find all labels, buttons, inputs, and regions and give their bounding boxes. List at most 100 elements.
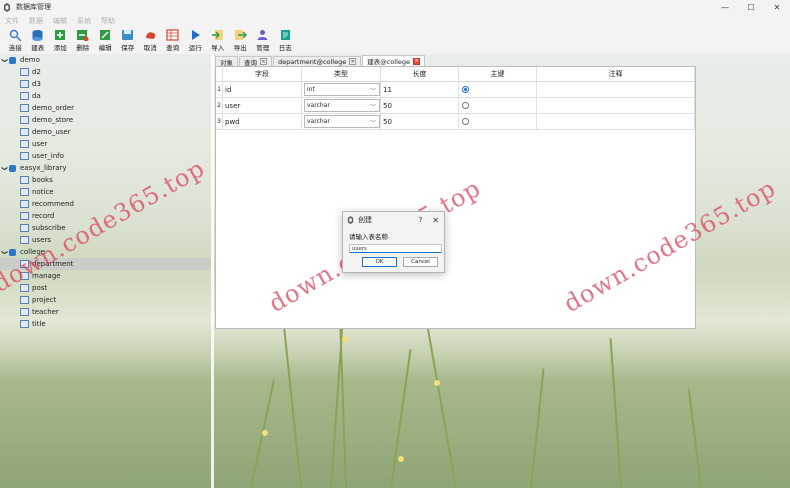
table-icon <box>20 308 29 316</box>
manage-button[interactable]: 管理 <box>252 27 275 52</box>
log-button[interactable]: 日志 <box>274 27 297 52</box>
help-button[interactable]: ? <box>419 216 423 224</box>
delete-button[interactable]: 删除 <box>72 27 95 52</box>
field-name-cell[interactable]: pwd <box>223 114 302 129</box>
log-icon <box>280 30 290 40</box>
note-cell[interactable] <box>537 98 695 113</box>
export-button[interactable]: 导出 <box>229 27 252 52</box>
save-icon <box>122 30 134 40</box>
menu-data[interactable]: 数据 <box>24 16 48 26</box>
tree-table-project[interactable]: project <box>0 294 211 306</box>
tree-table-d3[interactable]: d3 <box>0 78 211 90</box>
table-row[interactable]: 1 id int ﹀ 11 <box>216 82 695 98</box>
length-cell[interactable]: 11 <box>381 82 459 97</box>
edit-button[interactable]: 编辑 <box>94 27 117 52</box>
maximize-button[interactable]: ☐ <box>738 0 764 14</box>
tab-3[interactable]: 建表@college ✕ <box>362 55 426 66</box>
ok-button[interactable]: OK <box>362 257 397 267</box>
toolbar-label: 保存 <box>121 44 135 52</box>
table-row[interactable]: 2 user varchar ﹀ 50 <box>216 98 695 114</box>
grass-blade <box>530 368 545 488</box>
tree-table-title[interactable]: title <box>0 318 211 330</box>
splitter[interactable] <box>211 54 214 488</box>
table-name-input[interactable]: users <box>349 244 442 253</box>
tree-table-demo_store[interactable]: demo_store <box>0 114 211 126</box>
delete-icon <box>77 30 89 41</box>
header-index <box>216 67 223 81</box>
cancel-button[interactable]: 取消 <box>139 27 162 52</box>
tree-db-label: easyx_library <box>20 164 67 172</box>
type-select[interactable]: varchar ﹀ <box>304 99 380 112</box>
type-value: int <box>307 86 315 93</box>
cancel-button[interactable]: Cancel <box>403 257 438 267</box>
tree-db-demo[interactable]: ❯ demo <box>0 54 211 66</box>
query-button[interactable]: 查询 <box>162 27 185 52</box>
import-icon <box>212 30 224 40</box>
menu-edit[interactable]: 编辑 <box>48 16 72 26</box>
menu-system[interactable]: 系统 <box>72 16 96 26</box>
table-row[interactable]: 3 pwd varchar ﹀ 50 <box>216 114 695 130</box>
field-name-cell[interactable]: id <box>223 82 302 97</box>
toolbar-label: 导出 <box>233 44 247 52</box>
type-select[interactable]: varchar ﹀ <box>304 115 380 128</box>
minimize-button[interactable]: — <box>712 0 738 14</box>
chevron-down-icon[interactable]: ❯ <box>1 248 8 257</box>
connect-button[interactable]: 连接 <box>4 27 27 52</box>
primary-key-radio[interactable] <box>462 118 469 125</box>
tab-1[interactable]: 查询 ✕ <box>239 56 272 67</box>
run-button[interactable]: 运行 <box>184 27 207 52</box>
chevron-down-icon: ﹀ <box>369 104 376 111</box>
close-icon[interactable]: ✕ <box>260 58 267 65</box>
tab-label: 对象 <box>220 58 233 67</box>
close-icon[interactable]: ✕ <box>413 57 421 65</box>
tab-2[interactable]: department@college ✕ <box>273 56 362 66</box>
chevron-down-icon[interactable]: ❯ <box>1 56 8 65</box>
length-cell[interactable]: 50 <box>381 114 459 129</box>
tree-db-label: demo <box>20 56 40 64</box>
primary-key-radio[interactable] <box>462 102 469 109</box>
add-button[interactable]: 添加 <box>49 27 72 52</box>
dialog-prompt: 请输入表名称 <box>349 233 388 241</box>
table-icon <box>20 224 29 232</box>
save-button[interactable]: 保存 <box>117 27 140 52</box>
field-name-cell[interactable]: user <box>223 98 302 113</box>
tree-table-user[interactable]: user <box>0 138 211 150</box>
export-icon <box>234 30 247 40</box>
import-button[interactable]: 导入 <box>207 27 230 52</box>
tree-table-demo_order[interactable]: demo_order <box>0 102 211 114</box>
add-icon <box>54 30 65 40</box>
create-table-dialog: 创建 ? ✕ 请输入表名称 users OK Cancel <box>342 211 445 273</box>
tree-table-post[interactable]: post <box>0 282 211 294</box>
tree-table-label: demo_user <box>32 128 71 136</box>
menu-help[interactable]: 帮助 <box>96 16 120 26</box>
dialog-header: 创建 ? ✕ <box>343 212 444 228</box>
tree-table-label: da <box>32 92 41 100</box>
app-icon <box>347 216 354 224</box>
toolbar-label: 取消 <box>143 44 157 52</box>
row-index: 1 <box>216 82 223 97</box>
tree-table-user_info[interactable]: user_info <box>0 150 211 162</box>
flower <box>398 456 404 462</box>
chevron-down-icon[interactable]: ❯ <box>1 164 8 173</box>
length-cell[interactable]: 50 <box>381 98 459 113</box>
tree-table-d2[interactable]: d2 <box>0 66 211 78</box>
menu-file[interactable]: 文件 <box>0 16 24 26</box>
note-cell[interactable] <box>537 114 695 129</box>
primary-key-radio[interactable] <box>462 86 469 93</box>
table-icon <box>20 176 29 184</box>
close-icon[interactable]: ✕ <box>349 58 357 65</box>
toolbar-label: 日志 <box>278 44 292 52</box>
tree-table-label: books <box>32 176 53 184</box>
toolbar-label: 查询 <box>166 44 180 52</box>
tree-table-teacher[interactable]: teacher <box>0 306 211 318</box>
note-cell[interactable] <box>537 82 695 97</box>
create-table-button[interactable]: 建表 <box>27 27 50 52</box>
type-select[interactable]: int ﹀ <box>304 83 380 96</box>
dialog-close-button[interactable]: ✕ <box>432 216 439 225</box>
close-button[interactable]: ✕ <box>764 0 790 14</box>
table-icon <box>20 200 29 208</box>
tree-table-da[interactable]: da <box>0 90 211 102</box>
tab-0[interactable]: 对象 <box>215 56 238 67</box>
flower <box>262 430 268 436</box>
tree-table-demo_user[interactable]: demo_user <box>0 126 211 138</box>
